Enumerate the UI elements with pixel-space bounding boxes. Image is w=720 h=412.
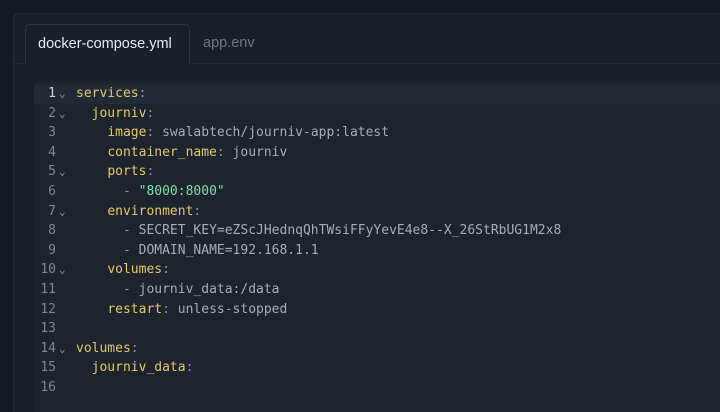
line-number: 5 — [48, 164, 56, 180]
line-number: 14 — [40, 340, 56, 356]
code-line[interactable]: 1 ⌄ services: — [34, 84, 720, 104]
code-line[interactable]: 11 - journiv_data:/data — [34, 280, 720, 300]
line-number: 1 — [48, 86, 56, 101]
code-text: container_name: journiv — [76, 143, 287, 163]
code-text: image: swalabtech/journiv-app:latest — [76, 123, 389, 143]
code-token: SECRET_KEY=eZScJHednqQhTWsiFFyYevE4e8--X… — [138, 223, 562, 239]
code-text: environment: — [76, 202, 201, 222]
code-text: journiv: — [76, 104, 155, 124]
code-token: journiv_data — [91, 360, 186, 376]
code-text: - SECRET_KEY=eZScJHednqQhTWsiFFyYevE4e8-… — [76, 221, 561, 241]
code-token: unless-stopped — [177, 301, 288, 317]
code-token: : — [146, 105, 155, 121]
code-line[interactable]: 16 — [34, 378, 720, 398]
code-line[interactable]: 2 ⌄ journiv: — [34, 104, 720, 124]
line-number: 6 — [48, 184, 56, 199]
code-line[interactable]: 8 - SECRET_KEY=eZScJHednqQhTWsiFFyYevE4e… — [34, 221, 720, 241]
code-token: - — [76, 184, 139, 199]
fold-chevron-icon[interactable]: ⌄ — [59, 260, 71, 280]
code-text: - DOMAIN_NAME=192.168.1.1 — [76, 241, 319, 261]
line-number: 16 — [40, 380, 56, 395]
line-number: 10 — [40, 262, 56, 278]
code-token: : — [146, 125, 163, 141]
code-token: volumes — [76, 340, 131, 356]
code-line[interactable]: 4 container_name: journiv — [34, 143, 720, 163]
code-text: restart: unless-stopped — [76, 300, 287, 320]
tab-app-env[interactable]: app.env — [191, 24, 267, 62]
line-number: 11 — [40, 282, 56, 297]
code-token: : — [193, 203, 202, 219]
code-token: environment — [107, 203, 194, 219]
code-text: volumes: — [76, 260, 170, 280]
code-token: - — [76, 223, 139, 239]
code-token: - — [76, 242, 139, 258]
code-token: restart — [107, 301, 163, 317]
code-token: : — [185, 360, 194, 376]
code-line[interactable]: 6 - "8000:8000" — [34, 182, 720, 202]
code-token: : — [146, 164, 155, 180]
code-token: : — [216, 144, 233, 160]
fold-chevron-icon[interactable]: ⌄ — [59, 202, 71, 222]
fold-chevron-icon[interactable]: ⌄ — [59, 162, 71, 182]
fold-chevron-icon[interactable]: ⌄ — [59, 104, 71, 124]
line-number: 8 — [48, 223, 56, 239]
fold-chevron-icon[interactable]: ⌄ — [59, 84, 71, 104]
code-text: journiv_data: — [76, 358, 194, 378]
line-number: 4 — [48, 144, 56, 160]
code-line[interactable]: 10 ⌄ volumes: — [34, 260, 720, 280]
code-token: volumes — [107, 262, 163, 278]
code-line[interactable]: 15 journiv_data: — [34, 358, 720, 378]
code-token: : — [162, 301, 178, 317]
code-line[interactable]: 5 ⌄ ports: — [34, 162, 720, 182]
line-number: 15 — [40, 360, 56, 376]
tab-bar: docker-compose.yml app.env — [14, 14, 720, 64]
code-editor[interactable]: 1 ⌄ services: 2 ⌄ journiv: 3 image: swalabtec… — [34, 81, 720, 412]
code-token: : — [130, 340, 139, 356]
code-token: journiv — [232, 144, 288, 160]
code-token: "8000:8000" — [138, 184, 225, 199]
code-token: : — [138, 86, 147, 101]
line-number: 9 — [48, 242, 56, 258]
code-text: - journiv_data:/data — [76, 280, 280, 300]
fold-chevron-icon[interactable]: ⌄ — [59, 339, 71, 359]
line-number: 12 — [40, 301, 56, 317]
code-text: volumes: — [76, 339, 139, 359]
code-line[interactable]: 14 ⌄ volumes: — [34, 339, 720, 359]
code-token: ports — [107, 164, 147, 180]
code-text: services: — [76, 84, 146, 104]
line-number: 3 — [48, 125, 56, 141]
line-number: 13 — [40, 321, 56, 337]
code-line[interactable]: 12 restart: unless-stopped — [34, 300, 720, 320]
tab-docker-compose[interactable]: docker-compose.yml — [25, 24, 190, 64]
code-token: swalabtech/journiv-app:latest — [162, 125, 390, 141]
code-token: - — [76, 282, 139, 297]
code-line[interactable]: 13 — [34, 319, 720, 339]
code-text: ports: — [76, 162, 154, 182]
code-text: - "8000:8000" — [76, 182, 225, 202]
code-line[interactable]: 9 - DOMAIN_NAME=192.168.1.1 — [34, 241, 720, 261]
code-token: services — [76, 86, 139, 101]
code-line[interactable]: 3 image: swalabtech/journiv-app:latest — [34, 123, 720, 143]
code-token: image — [107, 125, 147, 141]
code-token: DOMAIN_NAME=192.168.1.1 — [138, 242, 319, 258]
line-number: 2 — [48, 105, 56, 121]
code-token: journiv — [91, 105, 147, 121]
code-token: container_name — [107, 144, 217, 160]
code-token: : — [162, 262, 170, 278]
line-number: 7 — [48, 203, 56, 219]
code-token: journiv_data:/data — [138, 282, 280, 297]
code-line[interactable]: 7 ⌄ environment: — [34, 202, 720, 222]
editor-window: docker-compose.yml app.env 1 ⌄ services: 2 ⌄… — [13, 13, 720, 412]
